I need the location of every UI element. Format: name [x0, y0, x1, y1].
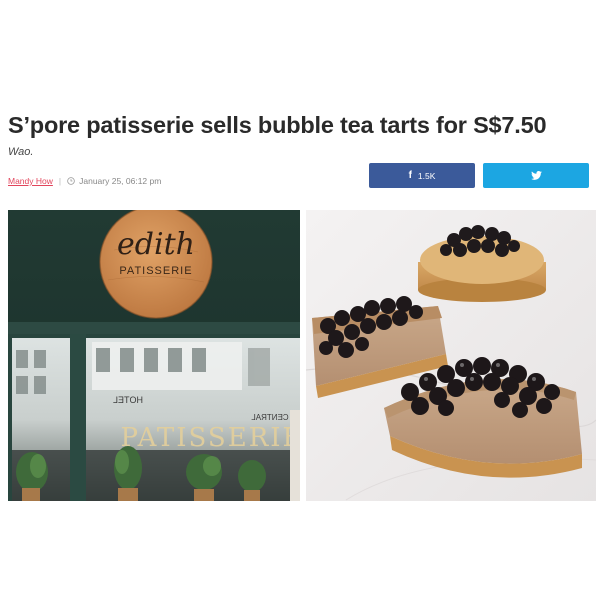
- window-patisserie-text: PATISSERIE: [120, 423, 300, 453]
- facebook-share-count: 1.5K: [417, 170, 436, 181]
- article-subtitle: Wao.: [8, 146, 34, 158]
- article-title: S’pore patisserie sells bubble tea tarts…: [8, 112, 547, 138]
- publish-date: January 25, 06:12 pm: [79, 176, 162, 186]
- reflected-central-text: CENTRAL: [251, 413, 289, 422]
- meta-separator: |: [58, 176, 62, 186]
- twitter-share-button[interactable]: [483, 163, 589, 188]
- clock-icon: [67, 177, 75, 185]
- storefront-photo: edith PATISSERIE HOTEL CENTRAL PATISSERI…: [8, 210, 300, 501]
- facebook-share-button[interactable]: f 1.5K: [369, 163, 475, 188]
- sign-sub-text: PATISSERIE: [119, 265, 192, 277]
- tarts-illustration: [306, 210, 596, 501]
- twitter-icon: [530, 171, 542, 180]
- facebook-icon: f: [408, 170, 412, 181]
- article-meta: Mandy How | January 25, 06:12 pm: [8, 176, 161, 186]
- sign-script-text: edith: [117, 227, 195, 262]
- author-link[interactable]: Mandy How: [8, 176, 53, 186]
- storefront-illustration: edith PATISSERIE HOTEL CENTRAL PATISSERI…: [8, 210, 300, 501]
- bubble-tea-tarts-photo: [306, 210, 596, 501]
- reflected-hotel-text: HOTEL: [113, 395, 143, 405]
